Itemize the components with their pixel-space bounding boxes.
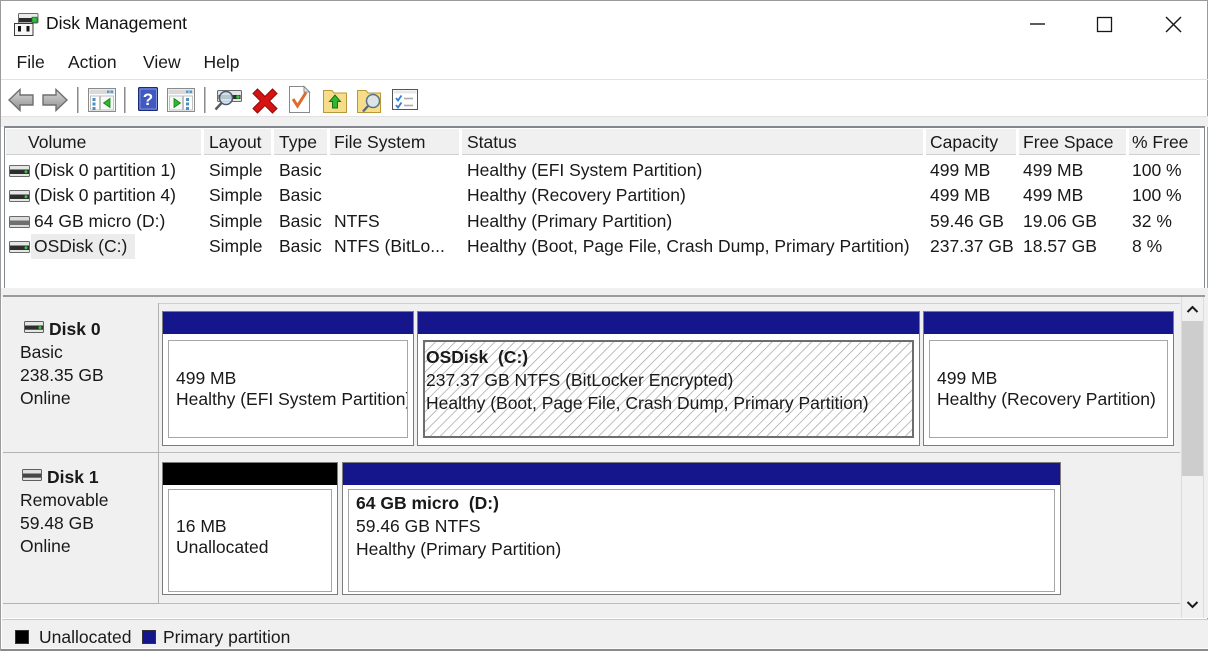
svg-text:?: ? [143,90,153,109]
